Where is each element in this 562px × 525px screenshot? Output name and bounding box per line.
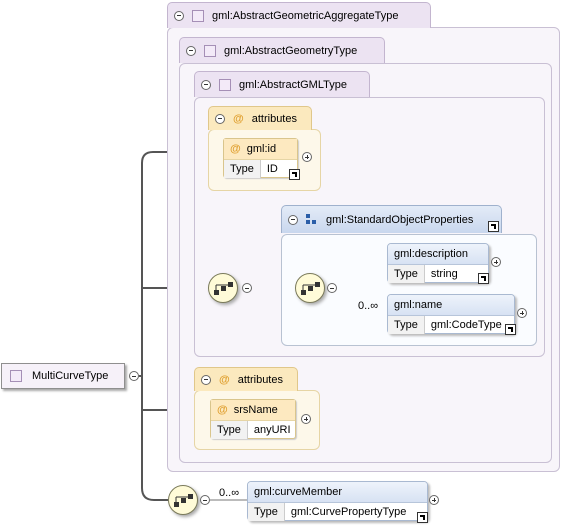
collapse-icon[interactable] (215, 113, 225, 124)
type-label: Type (248, 503, 285, 521)
sequence-glyph (301, 282, 320, 295)
element-header: gml:curveMember (248, 482, 427, 503)
type-name: gml:AbstractGeometricAggregateType (212, 9, 399, 22)
sequence-compositor-icon[interactable] (208, 273, 238, 303)
type-header-abstract-geometry[interactable]: gml:AbstractGeometryType (179, 37, 385, 63)
type-value: string (430, 268, 458, 280)
attribute-header: @ gml:id (224, 139, 297, 160)
type-value: anyURI (253, 424, 291, 436)
complex-type-icon (219, 78, 231, 91)
group-icon (306, 213, 316, 224)
attribute-at-icon: @ (217, 404, 228, 416)
sequence-compositor-icon[interactable] (295, 273, 325, 303)
expand-icon[interactable] (517, 308, 527, 318)
go-to-definition-icon[interactable] (505, 324, 516, 335)
type-label: Type (224, 160, 261, 178)
element-gml-name[interactable]: gml:name Type gml:CodeType (387, 294, 515, 334)
collapse-icon[interactable] (242, 283, 252, 293)
type-value: ID (266, 163, 278, 175)
element-header: gml:name (388, 295, 514, 316)
collapse-icon[interactable] (288, 214, 298, 225)
go-to-definition-icon[interactable] (417, 512, 428, 523)
sequence-compositor-icon[interactable] (168, 485, 198, 515)
collapse-icon[interactable] (201, 374, 211, 385)
type-header-abstract-geometric-aggregate[interactable]: gml:AbstractGeometricAggregateType (167, 2, 431, 28)
attribute-type-row: Type ID (224, 160, 297, 178)
type-header-abstract-gml[interactable]: gml:AbstractGMLType (194, 71, 370, 97)
collapse-icon[interactable] (186, 45, 196, 56)
root-type-name: MultiCurveType (32, 370, 109, 382)
type-name: gml:AbstractGeometryType (224, 44, 358, 57)
element-name: gml:description (394, 248, 468, 260)
element-name: gml:curveMember (254, 486, 343, 498)
type-label: Type (388, 265, 425, 283)
collapse-icon[interactable] (129, 371, 139, 381)
element-type-row: Type gml:CodeType (388, 316, 514, 334)
element-name: gml:name (394, 299, 443, 311)
expand-icon[interactable] (429, 495, 439, 505)
attribute-type-row: Type anyURI (211, 421, 295, 439)
occurrence-label: 0..∞ (358, 300, 379, 312)
root-type-multicurvetype[interactable]: MultiCurveType (1, 363, 125, 389)
attribute-at-icon: @ (233, 112, 244, 125)
expand-icon[interactable] (301, 414, 311, 424)
occurrence-label: 0..∞ (219, 487, 240, 499)
go-to-definition-icon[interactable] (488, 221, 499, 232)
complex-type-icon (192, 9, 204, 22)
type-label: Type (388, 316, 425, 334)
expand-icon[interactable] (302, 152, 312, 162)
standard-object-properties-header[interactable]: gml:StandardObjectProperties (281, 205, 502, 233)
attributes-label: attributes (237, 373, 283, 386)
type-value: gml:CodeType (430, 319, 502, 331)
attributes-label: attributes (251, 112, 297, 125)
attribute-name: gml:id (246, 143, 277, 155)
element-header: gml:description (388, 244, 488, 265)
collapse-icon[interactable] (201, 79, 211, 90)
go-to-definition-icon[interactable] (289, 169, 300, 180)
complex-type-icon (204, 44, 216, 57)
element-gml-description[interactable]: gml:description Type string (387, 243, 489, 283)
attributes-header[interactable]: @ attributes (208, 106, 312, 130)
attribute-at-icon: @ (219, 373, 230, 386)
sequence-glyph (174, 494, 193, 507)
type-label: Type (211, 421, 248, 439)
collapse-icon[interactable] (200, 495, 210, 505)
sequence-glyph (214, 282, 233, 295)
attribute-srsname[interactable]: @ srsName Type anyURI (210, 399, 296, 439)
element-type-row: Type string (388, 265, 488, 283)
element-gml-curvemember[interactable]: gml:curveMember Type gml:CurvePropertyTy… (247, 481, 428, 521)
attribute-header: @ srsName (211, 400, 295, 421)
collapse-icon[interactable] (327, 283, 337, 293)
go-to-definition-icon[interactable] (478, 273, 489, 284)
attributes-header[interactable]: @ attributes (194, 367, 298, 391)
element-type-row: Type gml:CurvePropertyType (248, 503, 427, 521)
type-value: gml:CurvePropertyType (290, 506, 407, 518)
attribute-name: srsName (233, 404, 278, 416)
attribute-gml-id[interactable]: @ gml:id Type ID (223, 138, 298, 178)
complex-type-icon (10, 370, 22, 382)
type-name: gml:AbstractGMLType (239, 78, 347, 91)
expand-icon[interactable] (491, 257, 501, 267)
collapse-icon[interactable] (174, 10, 184, 21)
attribute-at-icon: @ (230, 143, 241, 155)
group-name: gml:StandardObjectProperties (326, 213, 474, 226)
